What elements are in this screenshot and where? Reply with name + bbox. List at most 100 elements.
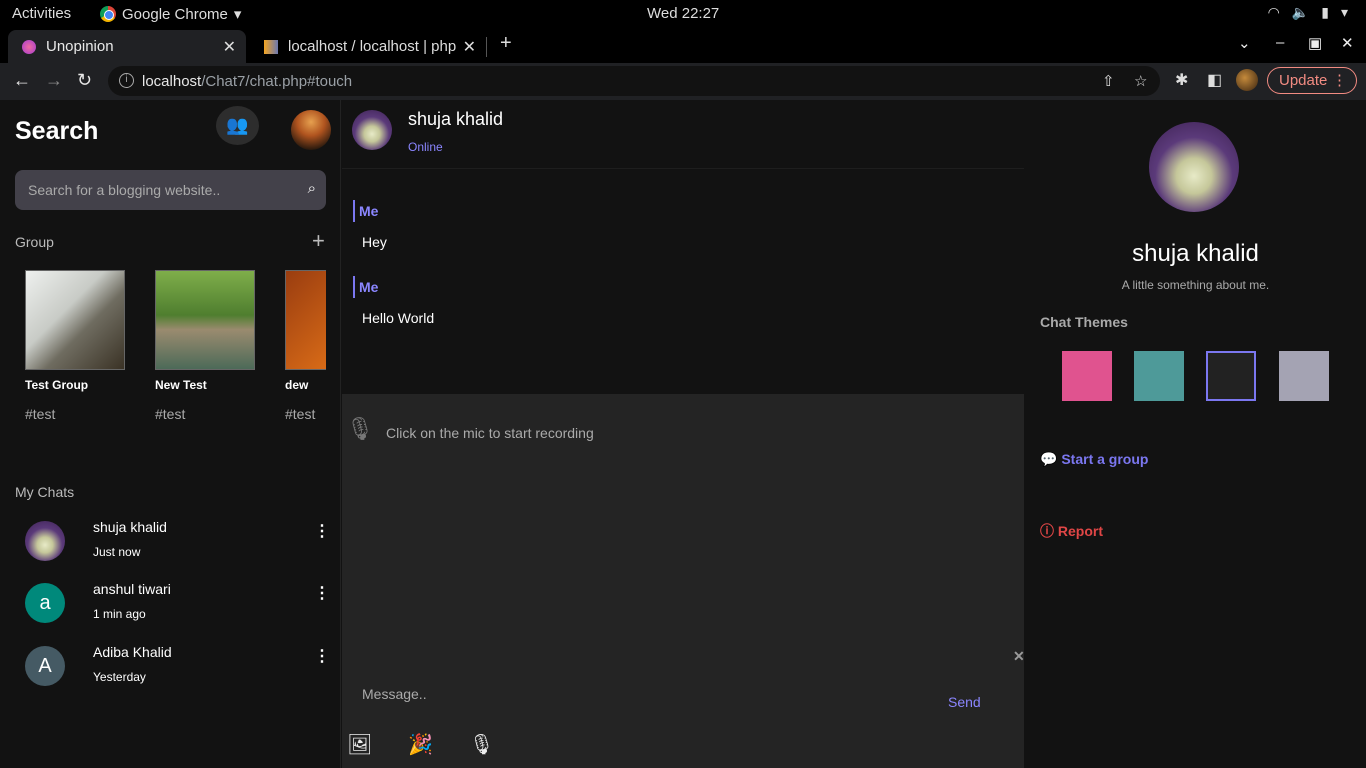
search-icon[interactable]: ⌕ xyxy=(308,180,316,197)
side-panel-icon[interactable]: ◧ xyxy=(1207,70,1222,90)
chat-item[interactable]: shuja khalid Just now ⋮ xyxy=(0,519,341,579)
add-group-icon[interactable]: + xyxy=(312,228,325,254)
url-host: localhost xyxy=(142,73,202,90)
group-image xyxy=(155,270,255,370)
profile-avatar-large xyxy=(1149,122,1239,212)
group-name: New Test xyxy=(155,378,207,392)
message-sender: Me xyxy=(353,200,378,222)
group-card[interactable]: Test Group #test xyxy=(25,270,145,422)
group-image xyxy=(285,270,326,370)
mic-icon[interactable]: 🎙 xyxy=(469,732,494,757)
url-text[interactable]: localhost/Chat7/chat.php#touch xyxy=(142,73,352,90)
message-input[interactable] xyxy=(362,684,942,704)
group-name: Test Group xyxy=(25,378,89,392)
system-top-bar: Activities Google Chrome ▾ Wed 22:27 ◠ 🔈… xyxy=(0,0,1366,27)
search-input[interactable] xyxy=(15,170,295,210)
message-text: Hey xyxy=(362,234,387,250)
close-tab-icon[interactable]: ✕ xyxy=(223,37,236,57)
chat-item[interactable]: a anshul tiwari 1 min ago ⋮ xyxy=(0,581,341,641)
tab-unopinion[interactable]: Unopinion ✕ xyxy=(8,30,246,63)
avatar: a xyxy=(25,583,65,623)
voice-recording-panel: 🎙 Click on the mic to start recording ✕ xyxy=(342,394,1025,768)
sidebar-title: Search xyxy=(15,117,99,145)
chrome-icon xyxy=(100,6,116,22)
chat-time: Just now xyxy=(93,545,141,559)
contact-name: shuja khalid xyxy=(408,109,504,129)
report-link[interactable]: ⓘ Report xyxy=(1040,521,1103,541)
update-label: Update xyxy=(1279,72,1328,89)
tab-title: localhost / localhost | php xyxy=(288,38,457,55)
tab-search-icon[interactable]: ⌄ xyxy=(1238,34,1251,52)
menu-kebab-icon: ⋮ xyxy=(1332,72,1347,89)
conversation-panel: shuja khalid Online Me Hey Me Hello Worl… xyxy=(342,100,1025,768)
maximize-icon[interactable]: ▣ xyxy=(1308,34,1322,52)
close-window-icon[interactable]: ✕ xyxy=(1341,34,1354,52)
address-bar[interactable]: i localhost/Chat7/chat.php#touch ⇧ ☆ xyxy=(108,66,1160,96)
new-tab-button[interactable]: + xyxy=(500,32,512,55)
info-icon: ⓘ xyxy=(1040,523,1054,539)
group-tag: #test xyxy=(285,406,316,422)
battery-icon: ▮ xyxy=(1321,4,1329,20)
contact-avatar[interactable] xyxy=(352,110,392,150)
message-list[interactable]: Me Hey Me Hello World xyxy=(342,168,1024,394)
image-upload-icon[interactable]: 🖼 xyxy=(347,732,372,757)
chat-item[interactable]: A Adiba Khalid Yesterday ⋮ xyxy=(0,644,341,704)
tab-strip: Unopinion ✕ localhost / localhost | php … xyxy=(0,27,1366,63)
theme-swatch-gray[interactable] xyxy=(1279,351,1329,401)
party-popper-icon[interactable]: 🎉 xyxy=(408,732,433,757)
wifi-icon: ◠ xyxy=(1267,4,1280,20)
chat-time: Yesterday xyxy=(93,670,146,684)
message-sender: Me xyxy=(353,276,378,298)
extensions-icon[interactable]: ✱ xyxy=(1175,70,1188,90)
profile-about: A little something about me. xyxy=(1121,278,1270,292)
group-tag: #test xyxy=(25,406,56,422)
reload-icon[interactable]: ↻ xyxy=(77,70,92,91)
chat-themes-label: Chat Themes xyxy=(1040,314,1128,330)
forward-icon[interactable]: → xyxy=(45,70,63,91)
report-label: Report xyxy=(1057,523,1104,539)
chevron-down-icon: ▾ xyxy=(233,6,242,23)
back-icon[interactable]: ← xyxy=(13,70,31,91)
chat-time: 1 min ago xyxy=(93,607,146,621)
profile-avatar[interactable] xyxy=(1236,69,1258,91)
group-card[interactable]: New Test #test xyxy=(155,270,275,422)
groups-icon[interactable]: 👥 xyxy=(216,106,259,145)
close-panel-icon[interactable]: ✕ xyxy=(1013,648,1025,665)
theme-swatch-dark[interactable] xyxy=(1206,351,1256,401)
chat-options-icon[interactable]: ⋮ xyxy=(314,646,330,666)
clock[interactable]: Wed 22:27 xyxy=(647,5,719,22)
share-icon[interactable]: ⇧ xyxy=(1102,72,1115,90)
recording-hint: Click on the mic to start recording xyxy=(386,425,594,441)
tab-separator xyxy=(486,37,487,57)
close-tab-icon[interactable]: ✕ xyxy=(463,37,476,57)
start-group-link[interactable]: 💬 Start a group xyxy=(1040,451,1148,468)
mic-icon[interactable]: 🎙 xyxy=(346,416,374,442)
send-button[interactable]: Send xyxy=(948,694,981,710)
update-button[interactable]: Update ⋮ xyxy=(1267,67,1357,94)
phpmyadmin-favicon-icon xyxy=(264,39,278,54)
profile-panel: shuja khalid A little something about me… xyxy=(1025,100,1366,768)
users-icon: 💬 xyxy=(1040,451,1058,467)
group-card[interactable]: dew #test xyxy=(285,270,326,422)
app-name: Google Chrome xyxy=(122,5,228,23)
minimize-icon[interactable]: ‒ xyxy=(1276,34,1284,51)
avatar: A xyxy=(25,646,65,686)
app-menu[interactable]: Google Chrome ▾ xyxy=(100,5,241,23)
chat-options-icon[interactable]: ⋮ xyxy=(314,583,330,603)
site-info-icon[interactable]: i xyxy=(119,73,134,88)
tab-phpmyadmin[interactable]: localhost / localhost | php ✕ xyxy=(250,30,486,63)
tab-favicon-icon xyxy=(22,39,36,54)
message-text: Hello World xyxy=(362,310,435,326)
url-path: /Chat7/chat.php#touch xyxy=(201,73,353,90)
bookmark-star-icon[interactable]: ☆ xyxy=(1134,72,1147,90)
system-tray[interactable]: ◠ 🔈 ▮ ▾ xyxy=(1268,4,1348,21)
activities-button[interactable]: Activities xyxy=(12,5,71,22)
theme-swatch-pink[interactable] xyxy=(1062,351,1112,401)
search-box: ⌕ xyxy=(15,170,326,210)
theme-swatch-teal[interactable] xyxy=(1134,351,1184,401)
group-image xyxy=(25,270,125,370)
chat-app: Search 👥 ⌕ Group + Test Group #test New … xyxy=(0,100,1366,768)
my-avatar[interactable] xyxy=(291,110,331,150)
chat-options-icon[interactable]: ⋮ xyxy=(314,521,330,541)
tab-title: Unopinion xyxy=(46,38,114,55)
